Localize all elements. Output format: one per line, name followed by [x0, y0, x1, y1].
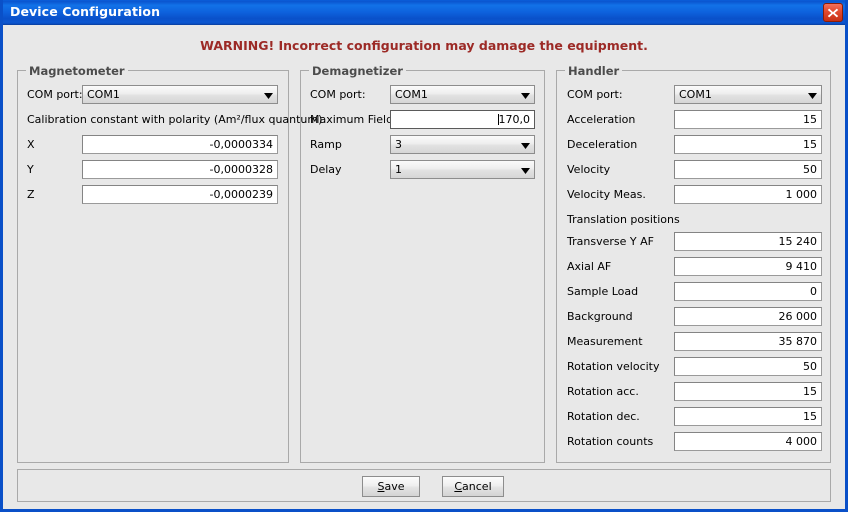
handler-rotation-counts-input[interactable]: 4 000	[674, 432, 822, 451]
handler-measurement-label: Measurement	[567, 335, 643, 348]
magnetometer-com-port-select[interactable]: COM1	[82, 85, 278, 104]
handler-rotation-velocity-label: Rotation velocity	[567, 360, 660, 373]
demagnetizer-delay-select[interactable]: 1	[390, 160, 535, 179]
magnetometer-x-input[interactable]: -0,0000334	[82, 135, 278, 154]
demagnetizer-group-title: Demagnetizer	[309, 64, 406, 78]
device-configuration-dialog: Device Configuration WARNING! Incorrect …	[0, 0, 848, 512]
handler-field-row: Rotation counts 4 000	[557, 432, 830, 451]
handler-com-port-value: COM1	[679, 88, 712, 101]
handler-velocity-meas-input[interactable]: 1 000	[674, 185, 822, 204]
handler-field-row: Measurement 35 870	[557, 332, 830, 351]
translation-positions-label: Translation positions	[567, 213, 680, 226]
handler-measurement-input[interactable]: 35 870	[674, 332, 822, 351]
handler-rotation-acc-label: Rotation acc.	[567, 385, 639, 398]
handler-background-label: Background	[567, 310, 633, 323]
demagnetizer-ramp-value: 3	[395, 138, 402, 151]
handler-acceleration-label: Acceleration	[567, 113, 636, 126]
save-button[interactable]: Save	[362, 476, 420, 497]
handler-sample-load-input[interactable]: 0	[674, 282, 822, 301]
close-x-icon	[827, 8, 839, 18]
magnetometer-com-port-row: COM port: COM1	[18, 85, 288, 104]
magnetometer-z-label: Z	[27, 188, 35, 201]
demagnetizer-group: Demagnetizer COM port: COM1 Maximum Fiel…	[300, 64, 545, 463]
magnetometer-group-title: Magnetometer	[26, 64, 128, 78]
demagnetizer-com-port-label: COM port:	[310, 88, 366, 101]
handler-group-title: Handler	[565, 64, 623, 78]
handler-axial-af-label: Axial AF	[567, 260, 612, 273]
chevron-down-icon[interactable]	[517, 86, 534, 103]
handler-transverse-y-af-label: Transverse Y AF	[567, 235, 654, 248]
save-button-label: ave	[384, 480, 405, 493]
handler-velocity-meas-label: Velocity Meas.	[567, 188, 646, 201]
handler-group: Handler COM port: COM1 Acceleration 15 D…	[556, 64, 831, 463]
chevron-down-icon[interactable]	[517, 136, 534, 153]
handler-deceleration-input[interactable]: 15	[674, 135, 822, 154]
cancel-button-mnemonic: C	[454, 480, 463, 493]
demagnetizer-ramp-select[interactable]: 3	[390, 135, 535, 154]
demagnetizer-maximum-field-row: Maximum Field 170,0	[301, 110, 544, 129]
handler-field-row: Deceleration 15	[557, 135, 830, 154]
handler-axial-af-input[interactable]: 9 410	[674, 257, 822, 276]
demagnetizer-delay-value: 1	[395, 163, 402, 176]
handler-transverse-y-af-input[interactable]: 15 240	[674, 232, 822, 251]
window-title: Device Configuration	[10, 4, 161, 19]
close-button[interactable]	[823, 3, 843, 22]
handler-rotation-acc-input[interactable]: 15	[674, 382, 822, 401]
demagnetizer-delay-row: Delay 1	[301, 160, 544, 179]
handler-field-row: Rotation velocity 50	[557, 357, 830, 376]
handler-com-port-row: COM port: COM1	[557, 85, 830, 104]
demagnetizer-maximum-field-input[interactable]: 170,0	[390, 110, 535, 129]
magnetometer-com-port-value: COM1	[87, 88, 120, 101]
handler-field-row: Velocity 50	[557, 160, 830, 179]
magnetometer-com-port-label: COM port:	[27, 88, 83, 101]
handler-acceleration-input[interactable]: 15	[674, 110, 822, 129]
handler-velocity-label: Velocity	[567, 163, 611, 176]
magnetometer-group: Magnetometer COM port: COM1 Calibration …	[17, 64, 322, 463]
handler-field-row: Transverse Y AF 15 240	[557, 232, 830, 251]
dialog-button-bar: Save Cancel	[17, 469, 831, 502]
magnetometer-y-row: Y -0,0000328	[18, 160, 288, 179]
chevron-down-icon[interactable]	[517, 161, 534, 178]
dialog-client-area: WARNING! Incorrect configuration may dam…	[3, 25, 845, 509]
warning-message: WARNING! Incorrect configuration may dam…	[200, 38, 648, 53]
handler-sample-load-label: Sample Load	[567, 285, 639, 298]
chevron-down-icon[interactable]	[804, 86, 821, 103]
magnetometer-x-label: X	[27, 138, 35, 151]
magnetometer-y-input[interactable]: -0,0000328	[82, 160, 278, 179]
magnetometer-y-label: Y	[27, 163, 34, 176]
handler-field-row: Rotation dec. 15	[557, 407, 830, 426]
handler-rotation-dec-input[interactable]: 15	[674, 407, 822, 426]
demagnetizer-maximum-field-value: 170,0	[498, 113, 531, 126]
handler-field-row: Rotation acc. 15	[557, 382, 830, 401]
handler-field-row: Sample Load 0	[557, 282, 830, 301]
magnetometer-x-row: X -0,0000334	[18, 135, 288, 154]
handler-field-row: Acceleration 15	[557, 110, 830, 129]
demagnetizer-com-port-row: COM port: COM1	[301, 85, 544, 104]
chevron-down-icon[interactable]	[260, 86, 277, 103]
handler-rotation-velocity-input[interactable]: 50	[674, 357, 822, 376]
cancel-button[interactable]: Cancel	[442, 476, 504, 497]
magnetometer-z-input[interactable]: -0,0000239	[82, 185, 278, 204]
magnetometer-z-row: Z -0,0000239	[18, 185, 288, 204]
handler-field-row: Background 26 000	[557, 307, 830, 326]
demagnetizer-com-port-select[interactable]: COM1	[390, 85, 535, 104]
demagnetizer-maximum-field-label: Maximum Field	[310, 113, 394, 126]
handler-field-row: Axial AF 9 410	[557, 257, 830, 276]
demagnetizer-ramp-row: Ramp 3	[301, 135, 544, 154]
handler-rotation-dec-label: Rotation dec.	[567, 410, 640, 423]
title-bar[interactable]: Device Configuration	[3, 0, 845, 25]
demagnetizer-com-port-value: COM1	[395, 88, 428, 101]
demagnetizer-delay-label: Delay	[310, 163, 342, 176]
cancel-button-label: ancel	[462, 480, 492, 493]
handler-rotation-counts-label: Rotation counts	[567, 435, 654, 448]
demagnetizer-ramp-label: Ramp	[310, 138, 342, 151]
handler-background-input[interactable]: 26 000	[674, 307, 822, 326]
handler-field-row: Velocity Meas. 1 000	[557, 185, 830, 204]
handler-velocity-input[interactable]: 50	[674, 160, 822, 179]
calibration-constant-label: Calibration constant with polarity (Am²/…	[27, 113, 323, 126]
handler-com-port-select[interactable]: COM1	[674, 85, 822, 104]
handler-deceleration-label: Deceleration	[567, 138, 638, 151]
handler-com-port-label: COM port:	[567, 88, 623, 101]
